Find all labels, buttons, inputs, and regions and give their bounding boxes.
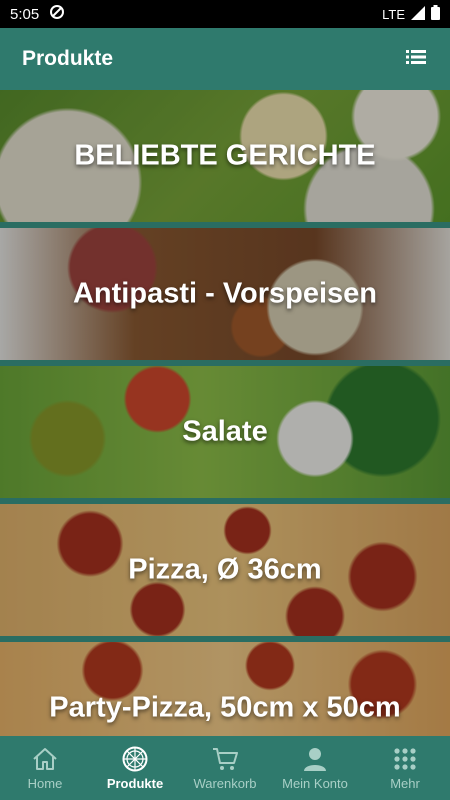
nav-label: Mehr [390, 775, 420, 791]
nav-label: Produkte [106, 775, 164, 791]
nav-item-home[interactable]: Home [0, 736, 90, 800]
list-icon [406, 49, 426, 70]
list-view-button[interactable] [404, 47, 428, 71]
nav-label: Warenkorb [193, 775, 257, 791]
category-tile-party-pizza[interactable]: Party-Pizza, 50cm x 50cm [0, 642, 450, 736]
signal-icon [411, 5, 425, 23]
status-time: 5:05 [10, 5, 40, 23]
nav-label: Home [27, 775, 63, 791]
category-label: Antipasti - Vorspeisen [72, 277, 378, 310]
category-label: Salate [182, 415, 268, 448]
category-label: Pizza, Ø 36cm [128, 553, 322, 586]
grid-icon [391, 746, 419, 772]
nav-label: Mein Konto [282, 775, 348, 791]
home-icon [31, 746, 59, 772]
category-list: BELIEBTE GERICHTE Antipasti - Vorspeisen… [0, 90, 450, 736]
data-saver-icon [49, 4, 65, 24]
person-icon [301, 746, 329, 772]
pizza-icon [121, 746, 149, 772]
category-label: BELIEBTE GERICHTE [74, 139, 376, 172]
category-tile-antipasti[interactable]: Antipasti - Vorspeisen [0, 228, 450, 360]
status-bar: 5:05 LTE [0, 0, 450, 28]
nav-item-mehr[interactable]: Mehr [360, 736, 450, 800]
battery-icon [431, 5, 440, 23]
category-tile-salate[interactable]: Salate [0, 366, 450, 498]
nav-item-warenkorb[interactable]: Warenkorb [180, 736, 270, 800]
page-title: Produkte [22, 47, 114, 70]
nav-item-produkte[interactable]: Produkte [90, 736, 180, 800]
category-tile-pizza[interactable]: Pizza, Ø 36cm [0, 504, 450, 636]
app-bar: Produkte [0, 28, 450, 90]
nav-item-mein-konto[interactable]: Mein Konto [270, 736, 360, 800]
cart-icon [211, 746, 239, 772]
bottom-navigation: Home Produkte Warenkorb Mein Konto Mehr [0, 736, 450, 800]
network-type: LTE [382, 6, 405, 22]
category-label: Party-Pizza, 50cm x 50cm [49, 691, 401, 724]
category-tile-beliebte-gerichte[interactable]: BELIEBTE GERICHTE [0, 90, 450, 222]
